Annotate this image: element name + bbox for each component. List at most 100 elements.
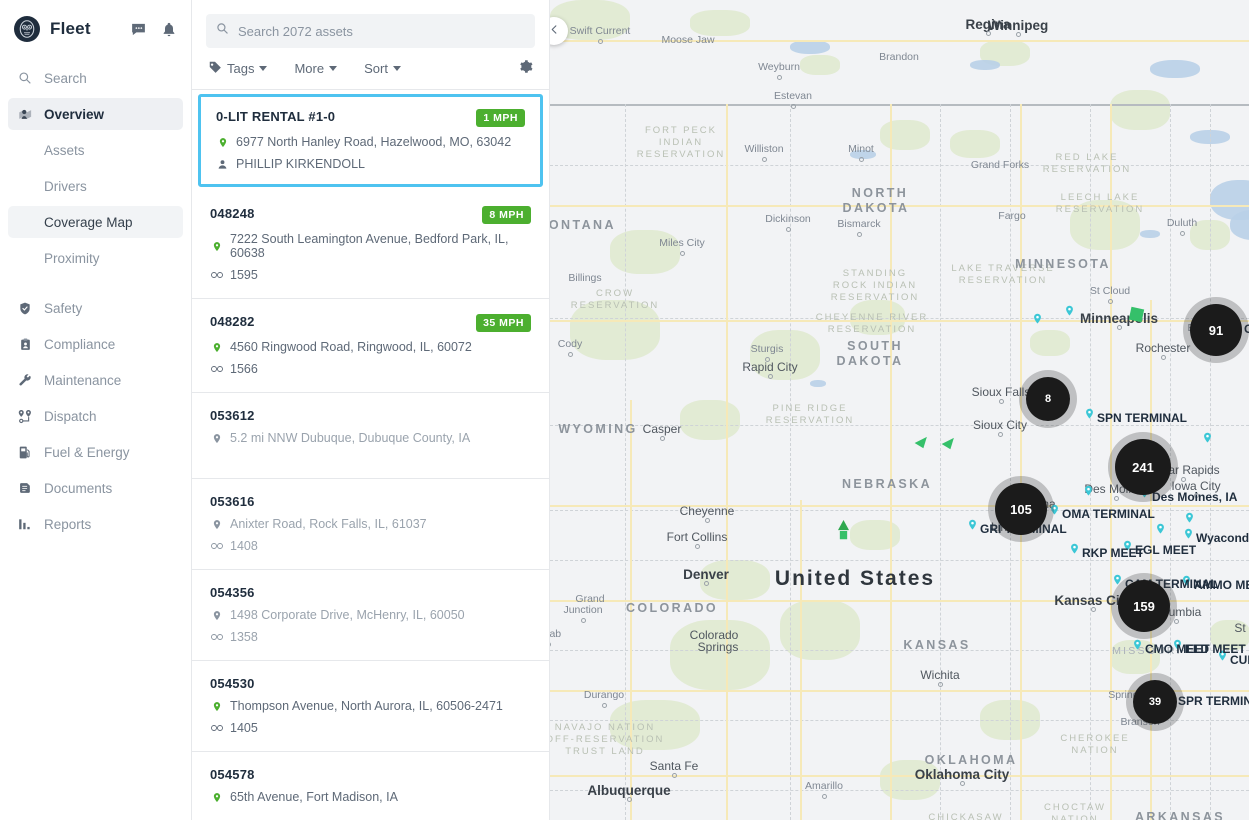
map-country-label: United States bbox=[774, 567, 936, 590]
map-state-label: COLORADO bbox=[625, 601, 719, 615]
sidebar-item-proximity[interactable]: Proximity bbox=[8, 242, 183, 274]
map-poi-pin[interactable] bbox=[1049, 502, 1060, 522]
owl-logo[interactable] bbox=[14, 16, 40, 42]
map-city-label: Fort Collins bbox=[666, 530, 728, 544]
map-city-dot bbox=[660, 436, 665, 441]
sidebar-item-fuel-energy[interactable]: Fuel & Energy bbox=[8, 436, 183, 468]
asset-header-row: 054530 bbox=[210, 676, 531, 691]
sidebar-item-assets[interactable]: Assets bbox=[8, 134, 183, 166]
bell-icon[interactable] bbox=[161, 21, 177, 38]
map-poi-pin[interactable] bbox=[1183, 526, 1194, 546]
chevron-down-icon bbox=[329, 66, 338, 71]
map-cluster-marker[interactable]: 91 bbox=[1190, 304, 1242, 356]
settings-button[interactable] bbox=[518, 59, 533, 79]
map-poi-pin[interactable] bbox=[1112, 572, 1123, 592]
sidebar-item-dispatch[interactable]: Dispatch bbox=[8, 400, 183, 432]
map-poi-pin[interactable] bbox=[1132, 637, 1143, 657]
map-city-dot bbox=[765, 357, 770, 362]
sidebar-item-reports[interactable]: Reports bbox=[8, 508, 183, 540]
more-filter-label: More bbox=[294, 61, 325, 76]
map-city-dot bbox=[1181, 477, 1186, 482]
map-cluster-marker[interactable]: 39 bbox=[1133, 680, 1177, 724]
sidebar-item-drivers[interactable]: Drivers bbox=[8, 170, 183, 202]
chat-icon[interactable] bbox=[130, 21, 147, 38]
asset-address: 5.2 mi NNW Dubuque, Dubuque County, IA bbox=[230, 431, 471, 445]
sidebar-item-overview[interactable]: Overview bbox=[8, 98, 183, 130]
asset-list[interactable]: 0-LIT RENTAL #1-0 1 MPH 6977 North Hanle… bbox=[192, 90, 549, 820]
search-input[interactable] bbox=[238, 23, 525, 39]
asset-header-row: 053612 bbox=[210, 408, 531, 423]
speed-badge: 35 MPH bbox=[476, 314, 531, 332]
sidebar-item-coverage-map[interactable]: Coverage Map bbox=[8, 206, 183, 238]
map-cluster-marker[interactable]: 241 bbox=[1115, 439, 1171, 495]
map-poi-pin[interactable] bbox=[1172, 637, 1183, 657]
map-poi-pin[interactable] bbox=[1084, 406, 1095, 426]
link-icon bbox=[210, 364, 223, 374]
search-icon bbox=[16, 71, 34, 85]
map-city-dot bbox=[857, 232, 862, 237]
asset-link-id: 1405 bbox=[230, 721, 258, 735]
map-poi-pin[interactable] bbox=[1202, 430, 1213, 450]
map-city-dot bbox=[1194, 493, 1199, 498]
asset-list-item[interactable]: 054578 65th Avenue, Fort Madison, IA bbox=[192, 752, 549, 820]
asset-list-item[interactable]: 0-LIT RENTAL #1-0 1 MPH 6977 North Hanle… bbox=[198, 94, 543, 187]
sort-button[interactable]: Sort bbox=[359, 61, 401, 76]
asset-header-row: 048248 8 MPH bbox=[210, 206, 531, 224]
asset-list-panel: Tags More Sort 0-LIT RENTAL #1-0 bbox=[192, 0, 550, 820]
map-poi-pin[interactable] bbox=[967, 517, 978, 537]
sidebar-item-documents[interactable]: Documents bbox=[8, 472, 183, 504]
map-reservation-label: STANDING ROCK INDIAN RESERVATION bbox=[830, 268, 920, 303]
map-city-label: Rochester bbox=[1135, 341, 1191, 355]
sidebar-item-search[interactable]: Search bbox=[8, 62, 183, 94]
map-poi-pin[interactable] bbox=[1083, 483, 1094, 503]
bar-chart-icon bbox=[16, 517, 34, 531]
map-poi-pin[interactable] bbox=[1069, 541, 1080, 561]
map-poi-pin[interactable] bbox=[1217, 648, 1228, 668]
search-box[interactable] bbox=[206, 14, 535, 48]
map-vehicle-marker[interactable] bbox=[938, 437, 954, 456]
map-vehicle-marker[interactable] bbox=[911, 436, 927, 455]
map-vehicle-marker[interactable] bbox=[1128, 306, 1145, 323]
map-cluster-marker[interactable]: 105 bbox=[995, 483, 1047, 535]
map-poi-pin[interactable] bbox=[1155, 521, 1166, 541]
asset-address: Thompson Avenue, North Aurora, IL, 60506… bbox=[230, 699, 503, 713]
map-city-dot bbox=[705, 518, 710, 523]
asset-list-item[interactable]: 053616 Anixter Road, Rock Falls, IL, 610… bbox=[192, 479, 549, 570]
sidebar-item-safety[interactable]: Safety bbox=[8, 292, 183, 324]
asset-header-row: 054356 bbox=[210, 585, 531, 600]
asset-list-item[interactable]: 054530 Thompson Avenue, North Aurora, IL… bbox=[192, 661, 549, 752]
map-poi-label: AMMO MEET bbox=[1194, 578, 1249, 592]
map-cluster-marker[interactable]: 159 bbox=[1118, 580, 1170, 632]
map-city-dot bbox=[704, 581, 709, 586]
map-city-label: Dickinson bbox=[765, 213, 811, 225]
sidebar-item-maintenance[interactable]: Maintenance bbox=[8, 364, 183, 396]
tags-filter-button[interactable]: Tags bbox=[208, 60, 268, 77]
more-filter-button[interactable]: More bbox=[289, 61, 338, 76]
brand-name: Fleet bbox=[50, 19, 91, 38]
asset-list-item[interactable]: 054356 1498 Corporate Drive, McHenry, IL… bbox=[192, 570, 549, 661]
map-city-label: Williston bbox=[744, 143, 784, 155]
fuel-pump-icon bbox=[16, 445, 34, 460]
map-state-label: MINNESOTA bbox=[1015, 257, 1111, 271]
map-poi-pin[interactable] bbox=[1181, 573, 1192, 593]
map-city-label: Weyburn bbox=[758, 61, 800, 73]
map-city-dot bbox=[627, 797, 632, 802]
coverage-map[interactable]: FORT PECK INDIAN RESERVATION STANDING ROCK I… bbox=[550, 0, 1249, 820]
asset-address-row: 4560 Ringwood Road, Ringwood, IL, 60072 bbox=[210, 340, 531, 354]
search-icon bbox=[216, 22, 229, 40]
sidebar-item-compliance[interactable]: Compliance bbox=[8, 328, 183, 360]
asset-list-item[interactable]: 053612 5.2 mi NNW Dubuque, Dubuque Count… bbox=[192, 393, 549, 479]
map-cluster-marker[interactable]: 8 bbox=[1026, 377, 1070, 421]
map-poi-pin[interactable] bbox=[1064, 303, 1075, 323]
map-poi-pin[interactable] bbox=[1032, 311, 1043, 331]
asset-link-id: 1566 bbox=[230, 362, 258, 376]
link-icon bbox=[210, 723, 223, 733]
map-state-label: SOUTH bbox=[847, 339, 903, 353]
map-city-dot bbox=[1114, 496, 1119, 501]
map-vehicle-marker[interactable] bbox=[837, 520, 850, 547]
asset-list-item[interactable]: 048282 35 MPH 4560 Ringwood Road, Ringwo… bbox=[192, 299, 549, 393]
asset-address: 6977 North Hanley Road, Hazelwood, MO, 6… bbox=[236, 135, 512, 149]
asset-list-item[interactable]: 048248 8 MPH 7222 South Leamington Avenu… bbox=[192, 191, 549, 299]
map-canvas[interactable]: FORT PECK INDIAN RESERVATION STANDING ROCK I… bbox=[550, 0, 1249, 820]
map-poi-pin[interactable] bbox=[1122, 538, 1133, 558]
